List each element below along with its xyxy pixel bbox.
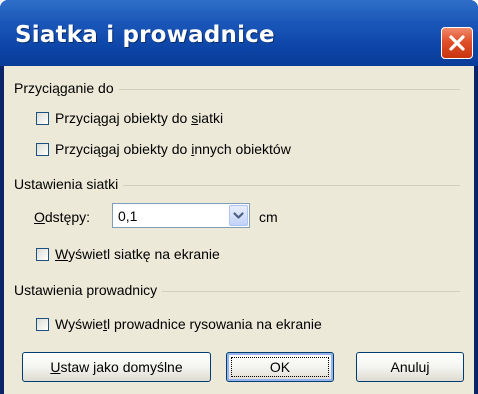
display-grid-option[interactable]: Wyświetl siatkę na ekranie — [36, 244, 220, 264]
dialog-body: Przyciąganie do Przyciągaj obiekty do si… — [4, 66, 474, 394]
snap-to-objects-option[interactable]: Przyciągaj obiekty do innych obiektów — [36, 139, 291, 159]
spacing-value[interactable]: 0,1 — [118, 208, 137, 224]
dialog-title: Siatka i prowadnice — [15, 22, 275, 48]
set-default-button[interactable]: Ustaw jako domyślne — [22, 352, 211, 382]
snap-to-objects-label[interactable]: Przyciągaj obiekty do innych obiektów — [55, 141, 291, 157]
cancel-label: Anuluj — [390, 359, 430, 375]
ok-button[interactable]: OK — [226, 352, 334, 382]
dialog-window: Siatka i prowadnice Przyciąganie do Przy… — [0, 0, 478, 394]
spacing-label: Odstępy: — [34, 209, 91, 225]
close-button[interactable] — [441, 27, 473, 59]
display-guides-label[interactable]: Wyświetl prowadnice rysowania na ekranie — [55, 316, 322, 332]
cancel-button[interactable]: Anuluj — [356, 352, 464, 382]
snap-group-label: Przyciąganie do — [14, 80, 119, 96]
snap-to-grid-label[interactable]: Przyciągaj obiekty do siatki — [55, 110, 223, 126]
close-icon — [449, 35, 465, 51]
display-grid-checkbox[interactable] — [36, 247, 49, 261]
spacing-unit: cm — [259, 209, 278, 225]
snap-to-objects-checkbox[interactable] — [36, 142, 49, 156]
display-guides-checkbox[interactable] — [36, 317, 49, 331]
spacing-combobox[interactable]: 0,1 — [112, 203, 250, 228]
grid-group-label: Ustawienia siatki — [14, 176, 124, 192]
guides-group-label: Ustawienia prowadnicy — [14, 282, 163, 298]
snap-to-grid-option[interactable]: Przyciągaj obiekty do siatki — [36, 108, 223, 128]
chevron-down-icon — [233, 211, 244, 219]
focus-ring — [231, 357, 329, 377]
title-bar[interactable]: Siatka i prowadnice — [0, 0, 478, 66]
display-grid-label[interactable]: Wyświetl siatkę na ekranie — [55, 246, 220, 262]
snap-to-grid-checkbox[interactable] — [36, 111, 49, 125]
display-guides-option[interactable]: Wyświetl prowadnice rysowania na ekranie — [36, 314, 322, 334]
spacing-dropdown-button[interactable] — [229, 205, 248, 226]
